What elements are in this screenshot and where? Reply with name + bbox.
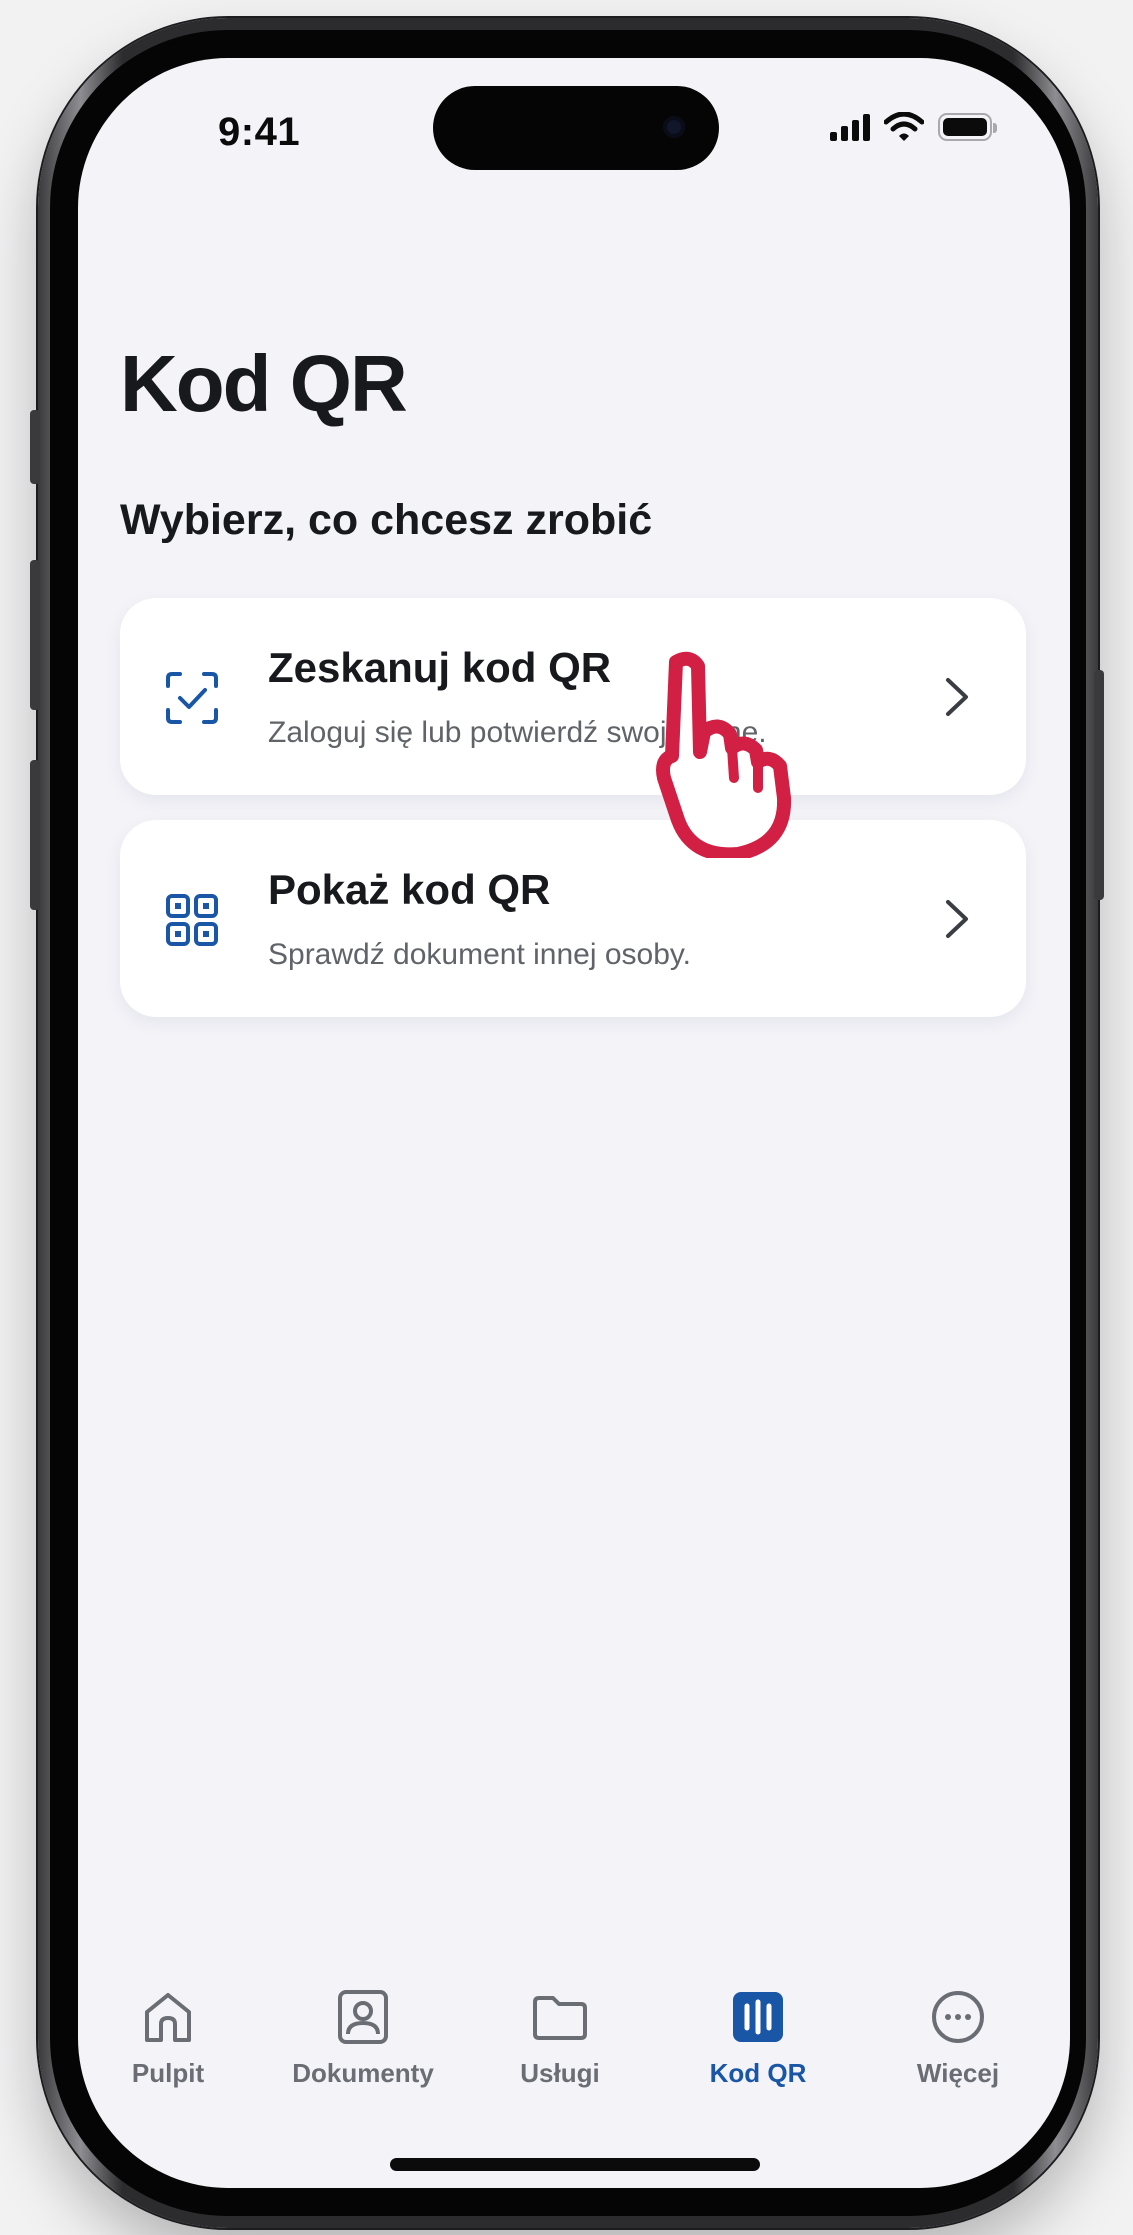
folder-icon xyxy=(533,1996,587,2040)
section-label: Wybierz, co chcesz zrobić xyxy=(120,496,653,544)
qr-code-icon xyxy=(166,894,218,946)
chevron-right-icon xyxy=(946,900,968,938)
page-title: Kod QR xyxy=(120,339,408,428)
camera-icon xyxy=(663,116,685,138)
battery-icon xyxy=(938,113,997,141)
tab-pulpit[interactable]: Pulpit xyxy=(78,1988,258,2089)
side-button-volume-down xyxy=(30,760,40,910)
tab-label: Dokumenty xyxy=(292,2058,434,2088)
chevron-right-icon xyxy=(946,678,968,716)
screen: 9:41 Kod QR Wybierz, co chcesz zrobić Ze… xyxy=(78,58,1070,2188)
show-qr-option[interactable]: Pokaż kod QR Sprawdź dokument innej osob… xyxy=(120,820,1026,1017)
tab-kod-qr[interactable]: Kod QR xyxy=(668,1988,848,2089)
tab-uslugi[interactable]: Usługi xyxy=(470,1988,650,2089)
option-title: Pokaż kod QR xyxy=(268,866,551,913)
tab-dokumenty[interactable]: Dokumenty xyxy=(273,1988,453,2089)
home-indicator[interactable] xyxy=(390,2158,760,2171)
side-button-volume-up xyxy=(30,560,40,710)
tab-label: Kod QR xyxy=(709,2058,807,2088)
option-title: Zeskanuj kod QR xyxy=(268,644,612,691)
id-card-icon xyxy=(338,1990,388,2044)
scan-qr-option[interactable]: Zeskanuj kod QR Zaloguj się lub potwierd… xyxy=(120,598,1026,795)
tab-label: Pulpit xyxy=(131,2058,205,2088)
tab-wiecej[interactable]: Więcej xyxy=(868,1988,1048,2089)
tab-bar: Pulpit Dokumenty Usługi Kod QR Więcej xyxy=(78,1988,1070,2108)
side-button-action xyxy=(30,410,40,484)
tab-label: Usługi xyxy=(520,2058,600,2088)
home-icon xyxy=(145,1993,191,2042)
pointer-hand-icon xyxy=(656,651,792,858)
status-time: 9:41 xyxy=(218,110,301,154)
tab-label: Więcej xyxy=(916,2058,1000,2088)
wifi-icon xyxy=(884,112,924,141)
status-icons xyxy=(830,112,997,142)
dynamic-island xyxy=(433,86,719,170)
option-subtitle: Sprawdź dokument innej osoby. xyxy=(268,938,692,971)
qr-tab-icon xyxy=(733,1992,783,2042)
scan-check-icon xyxy=(166,672,218,724)
signal-icon xyxy=(830,113,870,141)
more-icon xyxy=(932,1991,984,2043)
side-button-power xyxy=(1094,670,1104,900)
